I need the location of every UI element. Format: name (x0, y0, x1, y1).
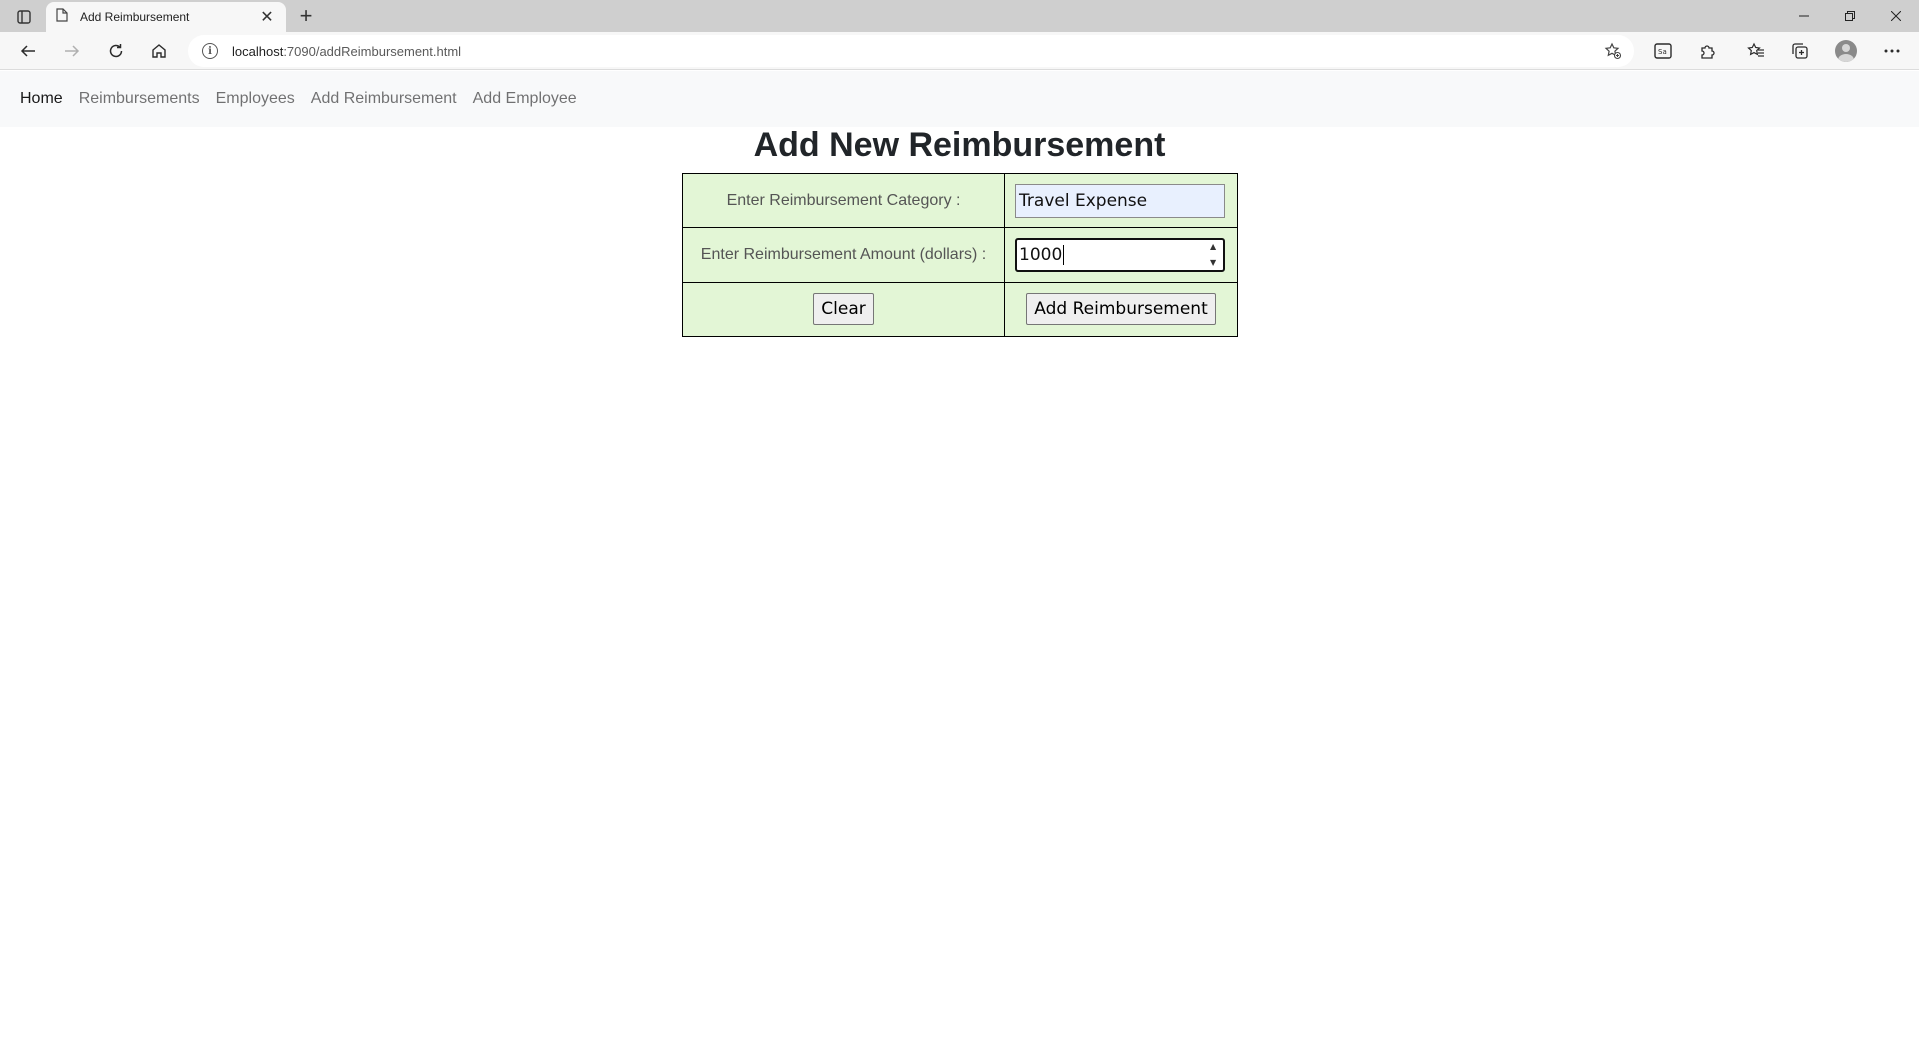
nav-link-add-reimbursement[interactable]: Add Reimbursement (303, 90, 465, 108)
clear-button[interactable]: Clear (813, 293, 874, 326)
more-menu-icon[interactable] (1877, 37, 1907, 65)
nav-link-employees[interactable]: Employees (208, 90, 303, 108)
category-label: Enter Reimbursement Category : (681, 172, 1006, 229)
window-controls (1781, 0, 1919, 32)
new-tab-icon[interactable]: + (294, 4, 318, 28)
add-reimbursement-button[interactable]: Add Reimbursement (1026, 293, 1216, 326)
tab-actions-icon[interactable] (10, 6, 38, 28)
browser-tab-strip: Add Reimbursement ✕ + (0, 0, 1919, 32)
reader-mode-icon[interactable]: Sa (1648, 37, 1678, 65)
nav-link-add-employee[interactable]: Add Employee (465, 90, 585, 108)
collections-icon[interactable] (1785, 37, 1815, 65)
reimbursement-form: Enter Reimbursement Category : Travel Ex… (681, 172, 1238, 338)
minimize-icon[interactable] (1781, 0, 1827, 32)
spinner-up-icon[interactable]: ▲ (1210, 242, 1216, 251)
url-path: :7090/addReimbursement.html (283, 43, 462, 59)
close-window-icon[interactable] (1873, 0, 1919, 32)
amount-row: Enter Reimbursement Amount (dollars) : 1… (681, 227, 1238, 283)
address-bar[interactable]: i localhost:7090/addReimbursement.html (188, 35, 1634, 67)
svg-text:Sa: Sa (1658, 48, 1667, 56)
text-cursor (1063, 244, 1065, 265)
extensions-icon[interactable] (1693, 37, 1723, 65)
profile-avatar[interactable] (1831, 37, 1861, 65)
forward-icon[interactable] (58, 37, 86, 65)
site-info-icon[interactable]: i (202, 43, 218, 59)
amount-spinner[interactable]: ▲ ▼ (1207, 242, 1219, 267)
clear-cell: Clear (681, 281, 1006, 338)
tab-close-icon[interactable]: ✕ (258, 7, 276, 27)
nav-link-reimbursements[interactable]: Reimbursements (71, 90, 208, 108)
page-title: Add New Reimbursement (753, 126, 1166, 164)
url-text: localhost:7090/addReimbursement.html (232, 44, 461, 59)
category-value: Travel Expense (1019, 190, 1148, 211)
browser-tab-active[interactable]: Add Reimbursement ✕ (46, 2, 286, 32)
restore-icon[interactable] (1827, 0, 1873, 32)
amount-input[interactable]: 1000 ▲ ▼ (1015, 237, 1226, 272)
site-navbar: Home Reimbursements Employees Add Reimbu… (0, 71, 1919, 127)
submit-cell: Add Reimbursement (1004, 281, 1238, 338)
favorites-icon[interactable] (1741, 37, 1771, 65)
category-cell: Travel Expense (1004, 172, 1238, 229)
refresh-icon[interactable] (102, 37, 130, 65)
profile-icon (1835, 40, 1857, 62)
category-input[interactable]: Travel Expense (1015, 183, 1226, 218)
category-row: Enter Reimbursement Category : Travel Ex… (681, 172, 1238, 229)
page-favicon-icon (56, 7, 68, 27)
buttons-row: Clear Add Reimbursement (681, 281, 1238, 338)
back-icon[interactable] (14, 37, 42, 65)
tab-title: Add Reimbursement (80, 10, 190, 24)
amount-cell: 1000 ▲ ▼ (1004, 227, 1238, 283)
page-content: Home Reimbursements Employees Add Reimbu… (0, 71, 1919, 1038)
add-favorite-icon[interactable] (1604, 42, 1622, 60)
home-icon[interactable] (145, 37, 173, 65)
url-host: localhost (232, 43, 284, 59)
spinner-down-icon[interactable]: ▼ (1210, 258, 1216, 267)
browser-toolbar: i localhost:7090/addReimbursement.html S… (0, 32, 1919, 70)
amount-label: Enter Reimbursement Amount (dollars) : (681, 227, 1006, 283)
amount-value: 1000 (1019, 244, 1063, 265)
nav-link-home[interactable]: Home (12, 90, 71, 108)
